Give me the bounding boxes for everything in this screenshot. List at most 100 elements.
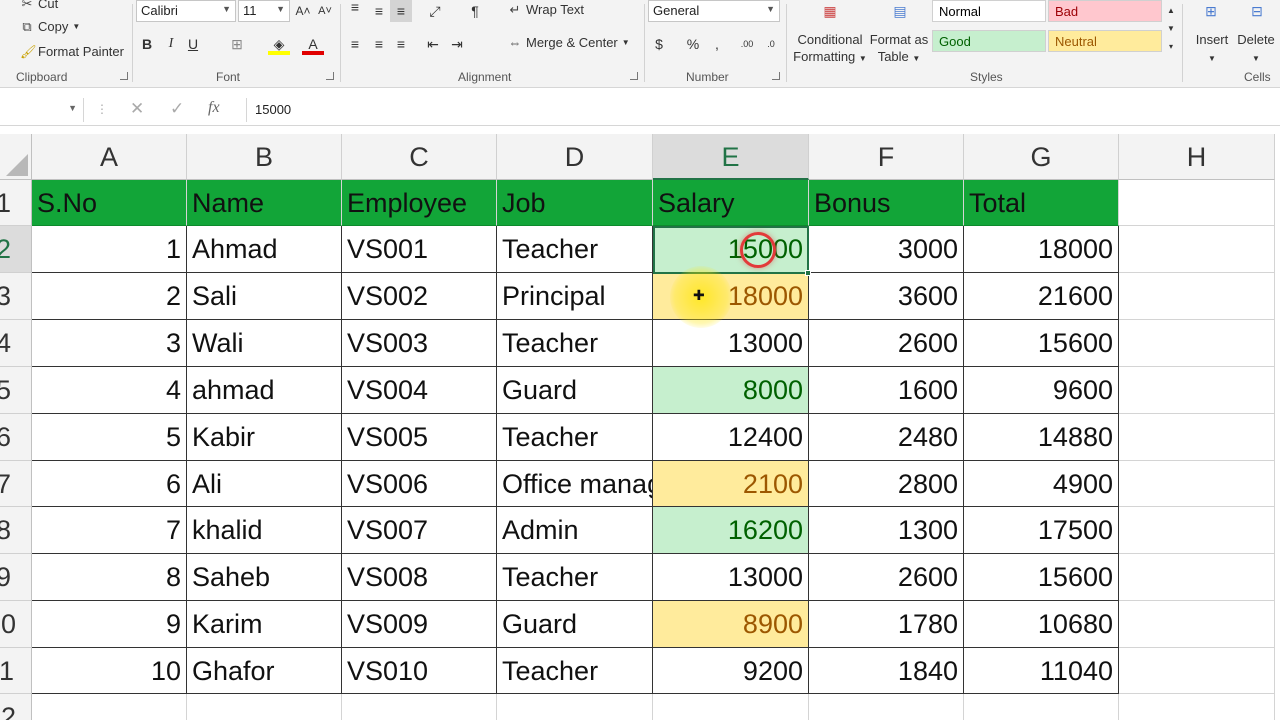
empty-cell[interactable]: [1119, 461, 1275, 507]
cell-s-no[interactable]: 5: [32, 414, 187, 461]
increase-indent-icon[interactable]: ⇥: [446, 33, 468, 55]
font-color-icon[interactable]: A: [302, 33, 324, 55]
cell-s-no[interactable]: 9: [32, 601, 187, 648]
cell-employee[interactable]: VS003: [342, 320, 497, 367]
cell-salary[interactable]: 16200: [653, 507, 809, 554]
header-cell-bonus[interactable]: Bonus: [809, 180, 964, 226]
cell-total[interactable]: 9600: [964, 367, 1119, 414]
column-header-d[interactable]: D: [497, 134, 653, 180]
cell-job[interactable]: Teacher: [497, 648, 653, 694]
cell-name[interactable]: khalid: [187, 507, 342, 554]
delete-cells-icon[interactable]: ⊟: [1242, 0, 1272, 22]
cell-salary[interactable]: 8000: [653, 367, 809, 414]
empty-cell[interactable]: [1119, 648, 1275, 694]
delete-button[interactable]: Delete ▼: [1234, 31, 1278, 67]
drag-handle-icon[interactable]: ⋮: [96, 102, 108, 116]
clipboard-dialog-launcher[interactable]: [120, 72, 128, 80]
cell-name[interactable]: Ali: [187, 461, 342, 507]
column-header-h[interactable]: H: [1119, 134, 1275, 180]
cell-name[interactable]: Ghafor: [187, 648, 342, 694]
cell-salary[interactable]: 12400: [653, 414, 809, 461]
header-cell-s-no[interactable]: S.No: [32, 180, 187, 226]
percent-button[interactable]: %: [682, 33, 704, 55]
cell-salary[interactable]: 13000: [653, 320, 809, 367]
row-header-6[interactable]: 6: [0, 414, 32, 461]
cell-salary[interactable]: 13000: [653, 554, 809, 601]
cell-total[interactable]: 21600: [964, 273, 1119, 320]
cell-bonus[interactable]: 1300: [809, 507, 964, 554]
cancel-icon[interactable]: ✕: [130, 99, 144, 119]
cell-salary[interactable]: 18000: [653, 273, 809, 320]
cell-name[interactable]: Ahmad: [187, 226, 342, 273]
row-header-9[interactable]: 9: [0, 554, 32, 601]
cell-total[interactable]: 17500: [964, 507, 1119, 554]
empty-cell[interactable]: [1119, 694, 1275, 720]
empty-cell[interactable]: [1119, 414, 1275, 461]
cell-s-no[interactable]: 4: [32, 367, 187, 414]
cell-name[interactable]: Kabir: [187, 414, 342, 461]
align-top-icon[interactable]: ≡: [344, 0, 366, 18]
empty-cell[interactable]: [1119, 226, 1275, 273]
cell-s-no[interactable]: 3: [32, 320, 187, 367]
cell-employee[interactable]: VS002: [342, 273, 497, 320]
header-cell-name[interactable]: Name: [187, 180, 342, 226]
style-normal[interactable]: Normal: [932, 0, 1046, 22]
header-cell-salary[interactable]: Salary: [653, 180, 809, 226]
cell-bonus[interactable]: 2600: [809, 320, 964, 367]
empty-cell[interactable]: [653, 694, 809, 720]
formula-input[interactable]: 15000: [246, 98, 1276, 122]
empty-cell[interactable]: [1119, 507, 1275, 554]
empty-cell[interactable]: [1119, 601, 1275, 648]
empty-cell[interactable]: [1119, 180, 1275, 226]
select-all-button[interactable]: [0, 134, 32, 180]
cell-bonus[interactable]: 2800: [809, 461, 964, 507]
increase-font-icon[interactable]: A˄: [292, 0, 314, 22]
empty-cell[interactable]: [32, 694, 187, 720]
cell-s-no[interactable]: 8: [32, 554, 187, 601]
column-header-c[interactable]: C: [342, 134, 497, 180]
row-header-12[interactable]: 12: [0, 694, 32, 720]
empty-cell[interactable]: [1119, 320, 1275, 367]
empty-cell[interactable]: [809, 694, 964, 720]
column-header-e[interactable]: E: [653, 134, 809, 180]
cell-employee[interactable]: VS010: [342, 648, 497, 694]
cell-s-no[interactable]: 2: [32, 273, 187, 320]
font-family-select[interactable]: Calibri ▼: [136, 0, 236, 22]
column-header-a[interactable]: A: [32, 134, 187, 180]
cell-salary[interactable]: 2100: [653, 461, 809, 507]
cell-employee[interactable]: VS001: [342, 226, 497, 273]
cell-employee[interactable]: VS004: [342, 367, 497, 414]
row-header-8[interactable]: 8: [0, 507, 32, 554]
empty-cell[interactable]: [497, 694, 653, 720]
cell-s-no[interactable]: 7: [32, 507, 187, 554]
insert-function-button[interactable]: fx: [208, 99, 220, 117]
align-middle-icon[interactable]: ≡: [368, 0, 390, 22]
cell-employee[interactable]: VS005: [342, 414, 497, 461]
row-header-3[interactable]: 3: [0, 273, 32, 320]
align-right-icon[interactable]: ≡: [390, 33, 412, 55]
align-bottom-icon[interactable]: ≡: [390, 0, 412, 22]
cell-job[interactable]: Principal: [497, 273, 653, 320]
number-dialog-launcher[interactable]: [772, 72, 780, 80]
empty-cell[interactable]: [342, 694, 497, 720]
cell-bonus[interactable]: 1780: [809, 601, 964, 648]
cell-total[interactable]: 10680: [964, 601, 1119, 648]
cell-job[interactable]: Teacher: [497, 226, 653, 273]
row-header-4[interactable]: 4: [0, 320, 32, 367]
cell-total[interactable]: 18000: [964, 226, 1119, 273]
cell-bonus[interactable]: 2600: [809, 554, 964, 601]
row-header-1[interactable]: 1: [0, 180, 32, 226]
alignment-dialog-launcher[interactable]: [630, 72, 638, 80]
cell-employee[interactable]: VS006: [342, 461, 497, 507]
insert-button[interactable]: Insert ▼: [1190, 31, 1234, 67]
column-header-b[interactable]: B: [187, 134, 342, 180]
borders-icon[interactable]: ⊞: [226, 33, 248, 55]
cell-total[interactable]: 4900: [964, 461, 1119, 507]
styles-more-icon[interactable]: ▾: [1164, 36, 1178, 58]
text-direction-icon[interactable]: ¶: [464, 0, 486, 22]
cell-bonus[interactable]: 2480: [809, 414, 964, 461]
row-header-5[interactable]: 5: [0, 367, 32, 414]
empty-cell[interactable]: [1119, 367, 1275, 414]
cell-job[interactable]: Teacher: [497, 320, 653, 367]
cell-s-no[interactable]: 6: [32, 461, 187, 507]
